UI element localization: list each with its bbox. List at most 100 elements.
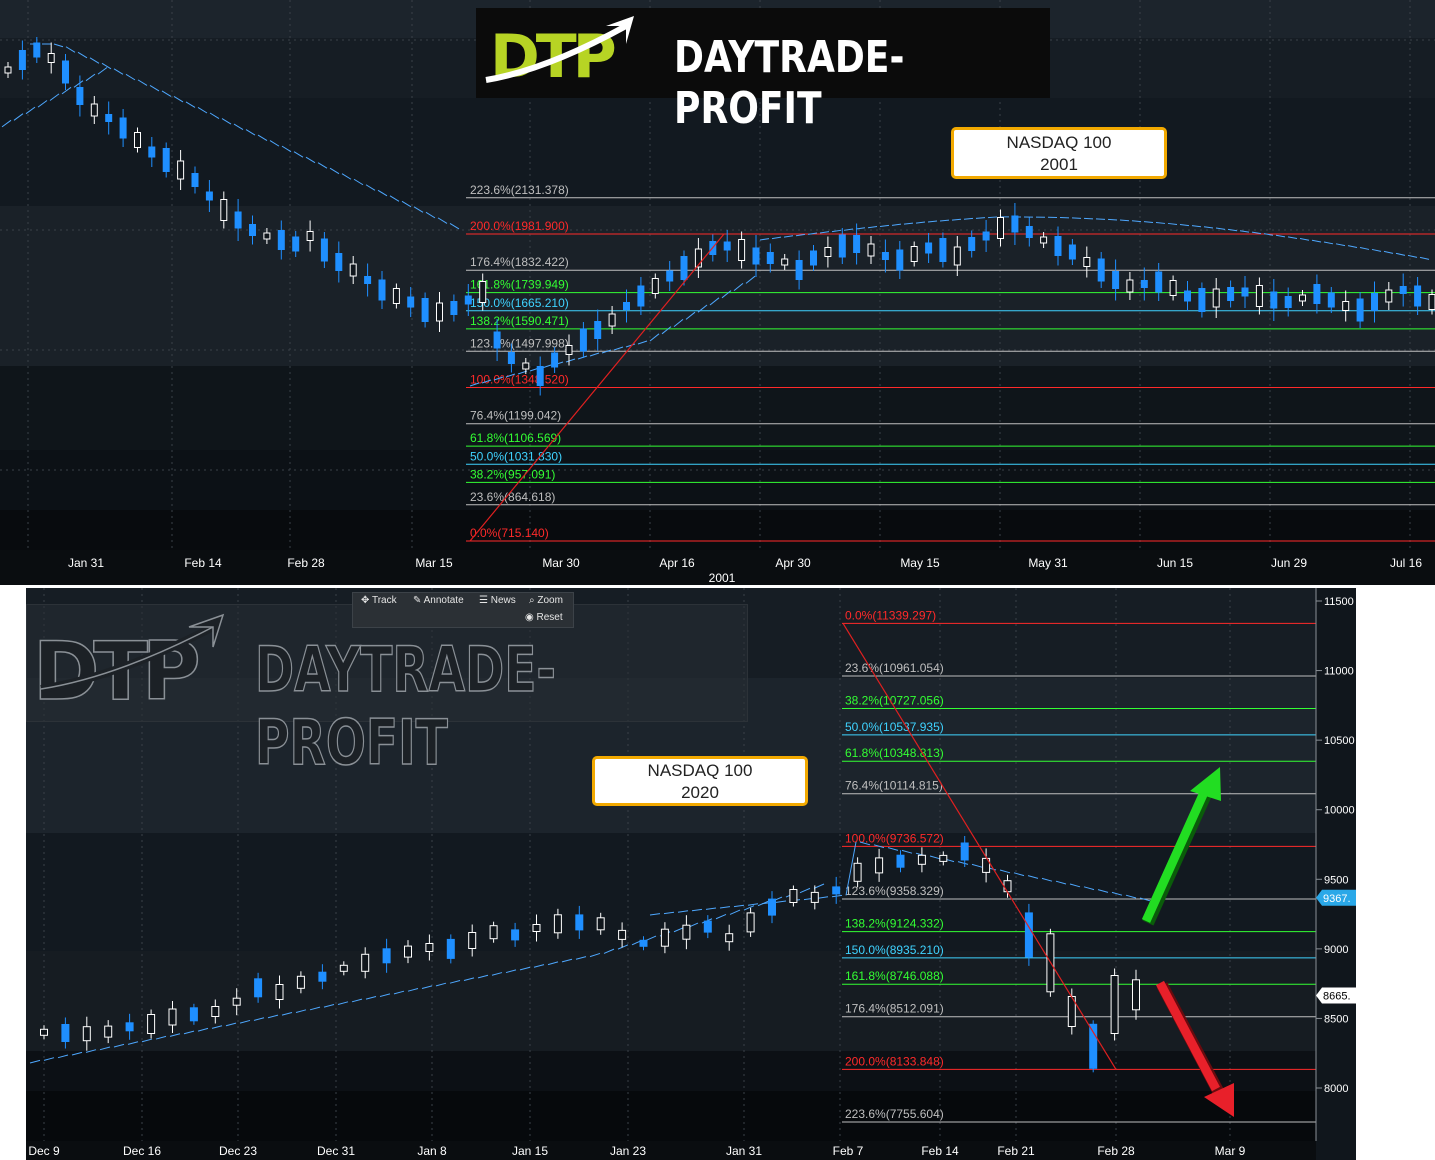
x-axis-tick-label: Feb 28 xyxy=(1097,1144,1135,1158)
fib-level-label: 38.2%(957.091) xyxy=(470,467,555,481)
candle-body xyxy=(853,235,861,253)
candle-body xyxy=(4,66,12,74)
x-axis-tick-label: Jul 16 xyxy=(1390,556,1422,570)
y-axis-tick-label: 8000 xyxy=(1324,1083,1348,1095)
candle-body xyxy=(997,217,1004,239)
candle-body xyxy=(925,242,933,254)
reset-button[interactable]: ◉ Reset xyxy=(525,612,563,623)
candle-body xyxy=(881,252,889,260)
fib-level-label: 161.8%(8746.088) xyxy=(845,969,944,983)
x-axis-tick-label: Jan 23 xyxy=(610,1144,646,1158)
candle-body xyxy=(1011,215,1019,233)
candle-body xyxy=(292,236,300,252)
shade-band xyxy=(0,450,1435,510)
candle-body xyxy=(320,238,328,262)
trend-arrow-icon xyxy=(40,613,225,693)
candle-body xyxy=(1083,257,1091,267)
zoom-button[interactable]: ⌕ Zoom xyxy=(529,595,563,606)
candle-body xyxy=(896,854,905,868)
candle-body xyxy=(960,842,969,861)
brand-logo-top: DTP DAYTRADE-PROFIT xyxy=(476,8,1050,134)
annotate-button[interactable]: ✎ Annotate xyxy=(413,595,464,606)
y-axis-tick-label: 10000 xyxy=(1324,805,1355,817)
fib-level-label: 138.2%(1590.471) xyxy=(470,314,569,328)
candle-body xyxy=(781,258,789,266)
fib-level-label: 76.4%(10114.815) xyxy=(845,779,943,793)
candle-body xyxy=(249,224,256,236)
candle-body xyxy=(832,886,841,895)
candle-body xyxy=(1040,236,1048,244)
candle-body xyxy=(1284,296,1292,308)
fib-level-label: 61.8%(1106.569) xyxy=(470,431,561,445)
fib-level-label: 100.0%(1348.520) xyxy=(470,373,569,387)
candle-body xyxy=(18,50,26,70)
fib-level-label: 123.6%(1497.998) xyxy=(470,336,569,350)
news-button[interactable]: ☰ News xyxy=(479,595,516,606)
candle-body xyxy=(234,211,242,229)
shade-band xyxy=(0,510,1435,550)
candle-body xyxy=(623,302,630,310)
title-line-index: NASDAQ 100 xyxy=(647,761,753,780)
candle-body xyxy=(33,42,41,58)
candle-body xyxy=(40,1028,48,1036)
candle-body xyxy=(795,260,803,280)
candle-body xyxy=(1255,285,1263,307)
x-axis-tick-label: Dec 31 xyxy=(317,1144,355,1158)
candle-body xyxy=(189,1007,198,1022)
track-label: Track xyxy=(371,595,397,606)
x-axis-tick-label: Apr 30 xyxy=(775,556,811,570)
candle-body xyxy=(105,114,113,122)
reset-label: Reset xyxy=(536,612,563,623)
candle-body xyxy=(1140,280,1148,288)
x-axis-tick-label: Jun 15 xyxy=(1157,556,1193,570)
x-axis-tick-label: May 15 xyxy=(900,556,940,570)
candle-body xyxy=(1025,226,1033,238)
candle-body xyxy=(162,148,170,172)
x-axis-tick-label: Mar 9 xyxy=(1215,1144,1246,1158)
candle-body xyxy=(551,352,559,368)
x-axis-tick-label: Dec 9 xyxy=(28,1144,60,1158)
x-axis-year-label: 2001 xyxy=(709,571,736,585)
candle-body xyxy=(1299,294,1306,302)
candle-body xyxy=(752,247,760,265)
candle-body xyxy=(277,230,285,250)
candle-body xyxy=(666,270,674,282)
candle-body xyxy=(62,60,69,84)
fib-level-label: 138.2%(9124.332) xyxy=(845,917,944,931)
candle-body xyxy=(232,997,241,1006)
candle-body xyxy=(1414,285,1422,307)
candle-body xyxy=(1227,287,1235,301)
fib-level-label: 0.0%(11339.297) xyxy=(845,608,936,622)
candle-body xyxy=(296,975,305,989)
candle-body xyxy=(82,1026,91,1042)
candle-body xyxy=(953,246,961,266)
fib-level-label: 0.0%(715.140) xyxy=(470,526,549,540)
title-line-year: 2001 xyxy=(1040,155,1078,174)
last-price-label: 9367. xyxy=(1323,893,1351,905)
candle-body xyxy=(421,298,429,322)
candle-body xyxy=(565,345,573,355)
candle-body xyxy=(446,938,455,959)
fib-level-label: 176.4%(8512.091) xyxy=(845,1002,944,1016)
candle-body xyxy=(608,313,616,327)
y-axis-tick-label: 11000 xyxy=(1324,666,1354,678)
shade-band xyxy=(26,1051,1316,1091)
candle-body xyxy=(306,231,314,241)
candle-body xyxy=(553,914,562,934)
candle-body xyxy=(90,103,98,117)
fib-level-label: 200.0%(1981.900) xyxy=(470,219,569,233)
candle-body xyxy=(1198,288,1206,312)
candle-body xyxy=(867,243,875,257)
y-axis-tick-label: 10500 xyxy=(1324,735,1355,747)
candle-body xyxy=(119,117,127,139)
candle-body xyxy=(725,933,734,943)
track-button[interactable]: ✥ Track xyxy=(361,595,397,606)
shade-band xyxy=(26,951,1316,1051)
news-label: News xyxy=(490,595,516,606)
candle-body xyxy=(104,1025,113,1038)
candle-body xyxy=(853,862,862,882)
x-axis-tick-label: Feb 7 xyxy=(833,1144,864,1158)
candle-body xyxy=(364,276,372,284)
candle-body xyxy=(1054,236,1062,256)
candle-body xyxy=(489,925,498,940)
